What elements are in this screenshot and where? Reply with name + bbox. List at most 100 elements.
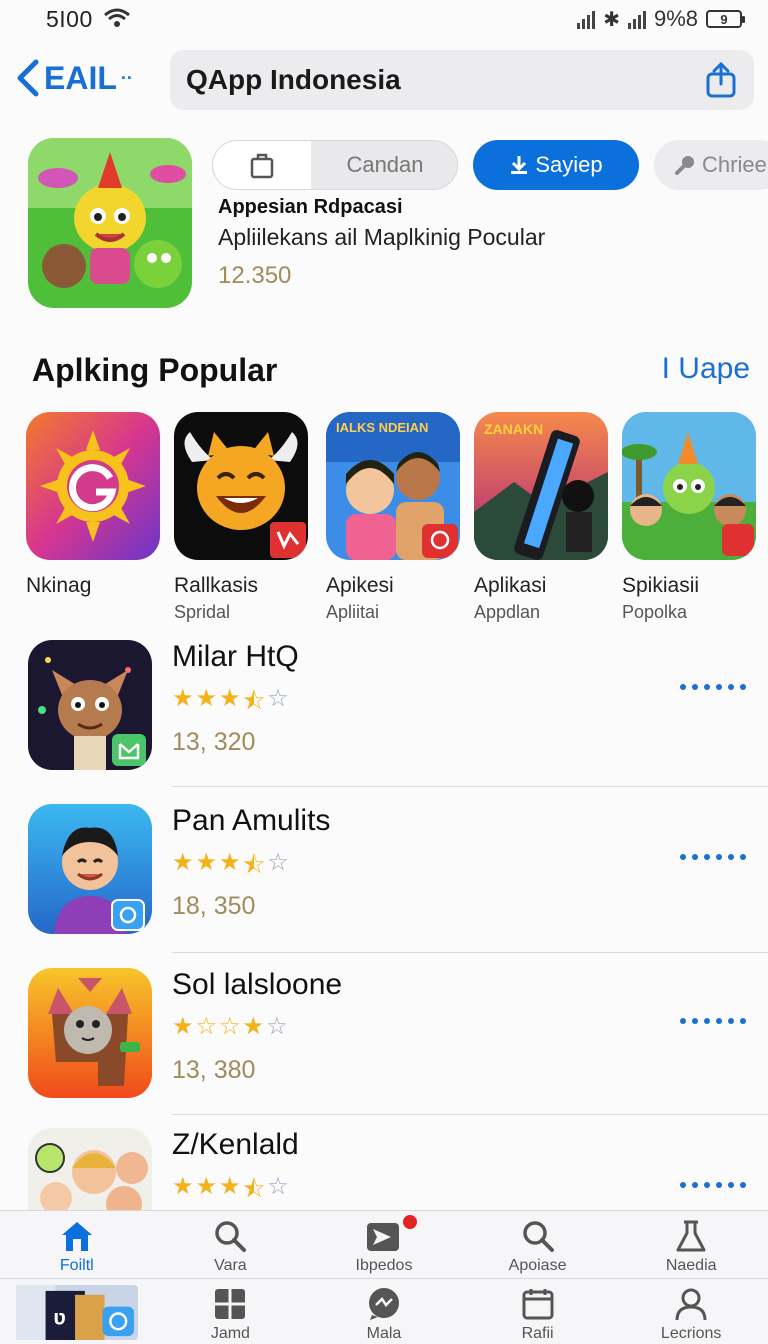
- tab-label: Vara: [214, 1257, 247, 1274]
- app-icon: [28, 1128, 152, 1210]
- star-half-icon: ⯪: [242, 688, 266, 715]
- popular-app-5[interactable]: Spikiasii Popolka: [622, 412, 762, 623]
- star-rating: ★ ★ ★ ⯪ ☆: [172, 1172, 289, 1210]
- tab-label: Apoiase: [508, 1257, 567, 1274]
- search-icon: [215, 1221, 247, 1252]
- battery-icon: 9: [706, 10, 745, 28]
- star-rating: ★ ☆ ☆ ★ ☆: [172, 1012, 288, 1041]
- primary-action-button[interactable]: Sayiep: [473, 140, 639, 190]
- tab-label: Foiltl: [59, 1257, 94, 1274]
- popular-app-name: Rallkasis: [174, 574, 259, 597]
- popular-app-1[interactable]: Nkinag: [26, 412, 166, 602]
- divider: [172, 1114, 768, 1115]
- search-text: QApp Indonesia: [186, 64, 401, 95]
- signal-icon: [577, 9, 596, 29]
- list-item[interactable]: Milar HtQ ★ ★ ★ ⯪ ☆ 13, 320: [0, 640, 768, 800]
- app-icon: IALKS NDEIAN: [326, 412, 460, 560]
- popular-app-2[interactable]: Rallkasis Spridal: [174, 412, 314, 623]
- back-button[interactable]: EAIL ··: [14, 58, 133, 98]
- popular-app-name: Aplikasi: [474, 574, 547, 597]
- tab-updates[interactable]: Ibpedos: [307, 1211, 461, 1278]
- tab-chat[interactable]: Mala: [307, 1279, 461, 1344]
- star-icon: ★: [195, 1173, 218, 1200]
- person-icon: [675, 1288, 707, 1321]
- app-icon: ZANAKN: [474, 412, 608, 560]
- download-icon: [511, 156, 528, 174]
- popular-app-3[interactable]: IALKS NDEIAN Apikesi Apliitai: [326, 412, 466, 623]
- download-count: 13, 380: [172, 1056, 256, 1084]
- popular-apps-row: Nkinag Rallkasis Spridal IALKS NDEIAN Ap…: [0, 412, 768, 632]
- tab-home[interactable]: Foiltl: [0, 1211, 154, 1278]
- battery-percent: 9%8: [653, 6, 698, 31]
- tab-grid[interactable]: Jamd: [154, 1279, 308, 1344]
- star-rating: ★ ★ ★ ⯪ ☆: [172, 684, 289, 725]
- more-options-icon[interactable]: [680, 1182, 746, 1188]
- download-count: 13, 320: [172, 728, 256, 756]
- search-field[interactable]: QApp Indonesia: [170, 50, 754, 110]
- list-item[interactable]: Sol lalsloone ★ ☆ ☆ ★ ☆ 13, 380: [0, 968, 768, 1128]
- list-item[interactable]: Pan Amulits ★ ★ ★ ⯪ ☆ 18, 350: [0, 804, 768, 964]
- star-icon: ★: [219, 1173, 241, 1200]
- tab-label: Rafii: [521, 1325, 554, 1342]
- star-half-icon: ⯪: [242, 1176, 266, 1203]
- star-empty-icon: ☆: [267, 849, 289, 876]
- send-icon: [366, 1223, 399, 1251]
- bag-icon: [250, 153, 274, 179]
- star-icon: ★: [172, 1013, 194, 1040]
- app-name: Milar HtQ: [172, 640, 299, 673]
- home-icon: [61, 1222, 92, 1251]
- search-icon: [522, 1221, 554, 1252]
- app-icon: [26, 412, 160, 560]
- tab-search[interactable]: Vara: [154, 1211, 308, 1278]
- segment-tab-candan[interactable]: Candan: [311, 141, 457, 189]
- wrench-icon: [675, 156, 694, 175]
- popular-app-sub: Spridal: [174, 602, 231, 622]
- star-half-icon: ⯪: [242, 852, 266, 879]
- star-icon: ★: [195, 849, 218, 876]
- list-item[interactable]: Z/Kenlald ★ ★ ★ ⯪ ☆: [0, 1128, 768, 1210]
- tab-profile[interactable]: Lecrions: [614, 1279, 768, 1344]
- section-title: Aplking Popular: [32, 352, 278, 388]
- signal-icon-2: [627, 9, 646, 29]
- featured-subtitle: Apliilekans ail Maplkinig Pocular: [218, 224, 546, 250]
- featured-app-icon[interactable]: [28, 138, 192, 308]
- tab-label: Ibpedos: [355, 1257, 413, 1274]
- app-icon: [622, 412, 756, 560]
- tab-calendar[interactable]: Rafii: [461, 1279, 615, 1344]
- tab-media[interactable]: Naedia: [614, 1211, 768, 1278]
- banner-text: IALKS NDEIAN: [336, 420, 428, 435]
- app-icon: [28, 640, 152, 770]
- share-icon[interactable]: [704, 62, 738, 98]
- popular-app-4[interactable]: ZANAKN Aplikasi Appdlan: [474, 412, 614, 623]
- thumbnail-preview[interactable]: ʋ: [0, 1279, 154, 1344]
- section-see-all-link[interactable]: I Uape: [662, 352, 750, 386]
- star-icon: ★: [219, 685, 241, 712]
- status-time: 5I00: [46, 6, 93, 32]
- star-icon: ★: [172, 849, 194, 876]
- app-name: Z/Kenlald: [172, 1128, 299, 1161]
- tab-search-2[interactable]: Apoiase: [461, 1211, 615, 1278]
- segment-icon-tab[interactable]: [213, 141, 311, 189]
- star-icon: ★: [195, 685, 218, 712]
- star-icon: ★: [172, 685, 194, 712]
- chevron-left-icon: [17, 59, 39, 97]
- wifi-icon: [104, 8, 130, 27]
- secondary-action-button[interactable]: Chriee: [654, 140, 768, 190]
- star-empty-icon: ☆: [267, 685, 289, 712]
- divider: [172, 786, 768, 787]
- tab-bar: Foiltl Vara Ibpedos Apoiase Naedia: [0, 1210, 768, 1278]
- popular-app-sub: Popolka: [622, 602, 688, 622]
- more-options-icon[interactable]: [680, 1018, 746, 1024]
- app-icon: [28, 804, 152, 934]
- thumbnail-image: ʋ: [15, 1285, 138, 1340]
- popular-app-name: Nkinag: [26, 574, 92, 597]
- banner-text-2: ZANAKN: [484, 421, 543, 437]
- download-count: 18, 350: [172, 892, 256, 920]
- segment-control: Candan: [212, 140, 458, 190]
- more-options-icon[interactable]: [680, 684, 746, 690]
- star-empty-icon: ☆: [195, 1013, 218, 1040]
- featured-title: Appesian Rdpacasi: [218, 196, 403, 218]
- popular-app-name: Spikiasii: [622, 574, 700, 597]
- more-options-icon[interactable]: [680, 854, 746, 860]
- chat-icon: [368, 1288, 399, 1320]
